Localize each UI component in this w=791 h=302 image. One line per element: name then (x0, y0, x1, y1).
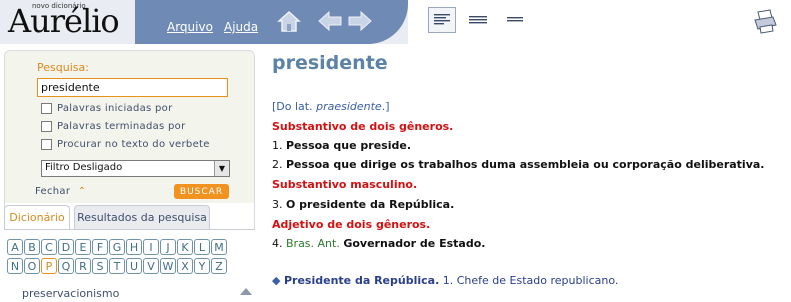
arrow-left-icon (318, 10, 342, 32)
option-full-text-label: Procurar no texto do verbete (57, 139, 210, 150)
letter-r[interactable]: R (75, 258, 91, 274)
letter-w[interactable]: W (160, 258, 176, 274)
search-button[interactable]: BUSCAR (174, 184, 229, 199)
letter-g[interactable]: G (109, 239, 125, 255)
locution: ◆ Presidente da República. 1. Chefe de E… (272, 274, 618, 287)
alphabet-row-1: A B C D E F G H I J K L M (7, 239, 227, 255)
view-medium-icon (469, 16, 487, 24)
letter-v[interactable]: V (143, 258, 159, 274)
etymology: [Do lat. praesidente.] (272, 100, 390, 113)
chevron-down-icon[interactable]: ▼ (214, 161, 229, 176)
option-ends-with[interactable]: Palavras terminadas por (41, 121, 186, 132)
checkbox-ends-with[interactable] (41, 121, 52, 132)
arrow-right-icon (348, 10, 372, 32)
category-1: Substantivo de dois gêneros. (272, 120, 454, 133)
checkbox-full-text[interactable] (41, 139, 52, 150)
headword: presidente (272, 52, 388, 74)
letter-k[interactable]: K (177, 239, 193, 255)
close-search-link[interactable]: Fechar ⌃ (35, 186, 86, 197)
letter-p-selected[interactable]: P (41, 258, 57, 274)
entry-content: presidente [Do lat. praesidente.] Substa… (260, 44, 791, 302)
locution-definition-number: 1. (442, 274, 454, 287)
definition-1-number: 1. (272, 139, 283, 152)
etymology-prefix: [Do lat. (272, 100, 317, 113)
diamond-bullet-icon: ◆ (272, 274, 281, 287)
letter-z[interactable]: Z (211, 258, 227, 274)
letter-t[interactable]: T (109, 258, 125, 274)
usage-tag: Bras. Ant. (286, 237, 340, 250)
definition-4-number: 4. (272, 237, 283, 250)
locution-definition-text: Chefe de Estado republicano. (456, 274, 619, 287)
option-starts-with-label: Palavras iniciadas por (57, 103, 173, 114)
close-search-label: Fechar (35, 186, 71, 197)
chevron-up-icon: ⌃ (77, 186, 87, 197)
category-2: Substantivo masculino. (272, 178, 418, 191)
view-compact-icon (507, 17, 523, 22)
letter-n[interactable]: N (7, 258, 23, 274)
letter-d[interactable]: D (58, 239, 74, 255)
print-button[interactable] (752, 8, 778, 34)
definition-4: 4. Bras. Ant. Governador de Estado. (272, 237, 485, 250)
definition-1: 1. Pessoa que preside. (272, 139, 411, 152)
tab-dicionario[interactable]: Dicionário (4, 205, 70, 229)
app-logo: Aurélio (8, 2, 120, 40)
definition-4-text: Governador de Estado. (343, 237, 486, 250)
etymology-word: praesidente (316, 100, 382, 113)
definition-3: 3. O presidente da República. (272, 198, 454, 211)
menu-arquivo[interactable]: Arquivo (167, 20, 213, 34)
filter-select-value: Filtro Desligado (45, 162, 123, 173)
view-compact-button[interactable] (501, 7, 529, 33)
home-icon (277, 10, 301, 32)
search-input[interactable] (37, 78, 228, 97)
alphabet-row-2: N O P Q R S T U V W X Y Z (7, 258, 227, 274)
back-button[interactable] (316, 7, 344, 35)
letter-a[interactable]: A (7, 239, 23, 255)
letter-h[interactable]: H (126, 239, 142, 255)
view-full-icon (434, 14, 450, 25)
home-button[interactable] (275, 7, 303, 35)
word-list-item[interactable]: preservacionismo (22, 287, 119, 300)
definition-1-text: Pessoa que preside. (286, 139, 412, 152)
letter-y[interactable]: Y (194, 258, 210, 274)
definition-2-text: Pessoa que dirige os trabalhos duma asse… (286, 158, 765, 171)
definition-3-text: O presidente da República. (286, 198, 455, 211)
letter-u[interactable]: U (126, 258, 142, 274)
forward-button[interactable] (346, 7, 374, 35)
view-full-button[interactable] (428, 7, 456, 33)
tab-resultados[interactable]: Resultados da pesquisa (74, 205, 210, 229)
letter-o[interactable]: O (24, 258, 40, 274)
letter-e[interactable]: E (75, 239, 91, 255)
checkbox-starts-with[interactable] (41, 103, 52, 114)
letter-x[interactable]: X (177, 258, 193, 274)
filter-select[interactable]: Filtro Desligado ▼ (41, 160, 230, 177)
letter-l[interactable]: L (194, 239, 210, 255)
letter-f[interactable]: F (92, 239, 108, 255)
definition-2-number: 2. (272, 158, 283, 171)
letter-m[interactable]: M (211, 239, 227, 255)
letter-b[interactable]: B (24, 239, 40, 255)
option-starts-with[interactable]: Palavras iniciadas por (41, 103, 173, 114)
alphabet-panel: A B C D E F G H I J K L M N O P Q R S T … (4, 229, 255, 302)
letter-j[interactable]: J (160, 239, 176, 255)
option-ends-with-label: Palavras terminadas por (57, 121, 186, 132)
scroll-up-icon[interactable] (240, 288, 252, 295)
definition-2: 2. Pessoa que dirige os trabalhos duma a… (272, 158, 764, 171)
search-label: Pesquisa: (37, 61, 89, 74)
view-medium-button[interactable] (464, 7, 492, 33)
sidebar: Pesquisa: Palavras iniciadas por Palavra… (0, 44, 260, 302)
letter-c[interactable]: C (41, 239, 57, 255)
locution-title: Presidente da República. (283, 274, 440, 287)
letter-q[interactable]: Q (58, 258, 74, 274)
search-form: Pesquisa: Palavras iniciadas por Palavra… (5, 51, 254, 203)
etymology-suffix: .] (381, 100, 390, 113)
letter-i[interactable]: I (143, 239, 159, 255)
print-icon (754, 9, 777, 34)
app-header: novo dicionário Aurélio Arquivo Ajuda (0, 0, 791, 44)
letter-s[interactable]: S (92, 258, 108, 274)
option-full-text[interactable]: Procurar no texto do verbete (41, 139, 210, 150)
definition-3-number: 3. (272, 198, 283, 211)
menu-ajuda[interactable]: Ajuda (224, 20, 258, 34)
category-3: Adjetivo de dois gêneros. (272, 218, 431, 231)
